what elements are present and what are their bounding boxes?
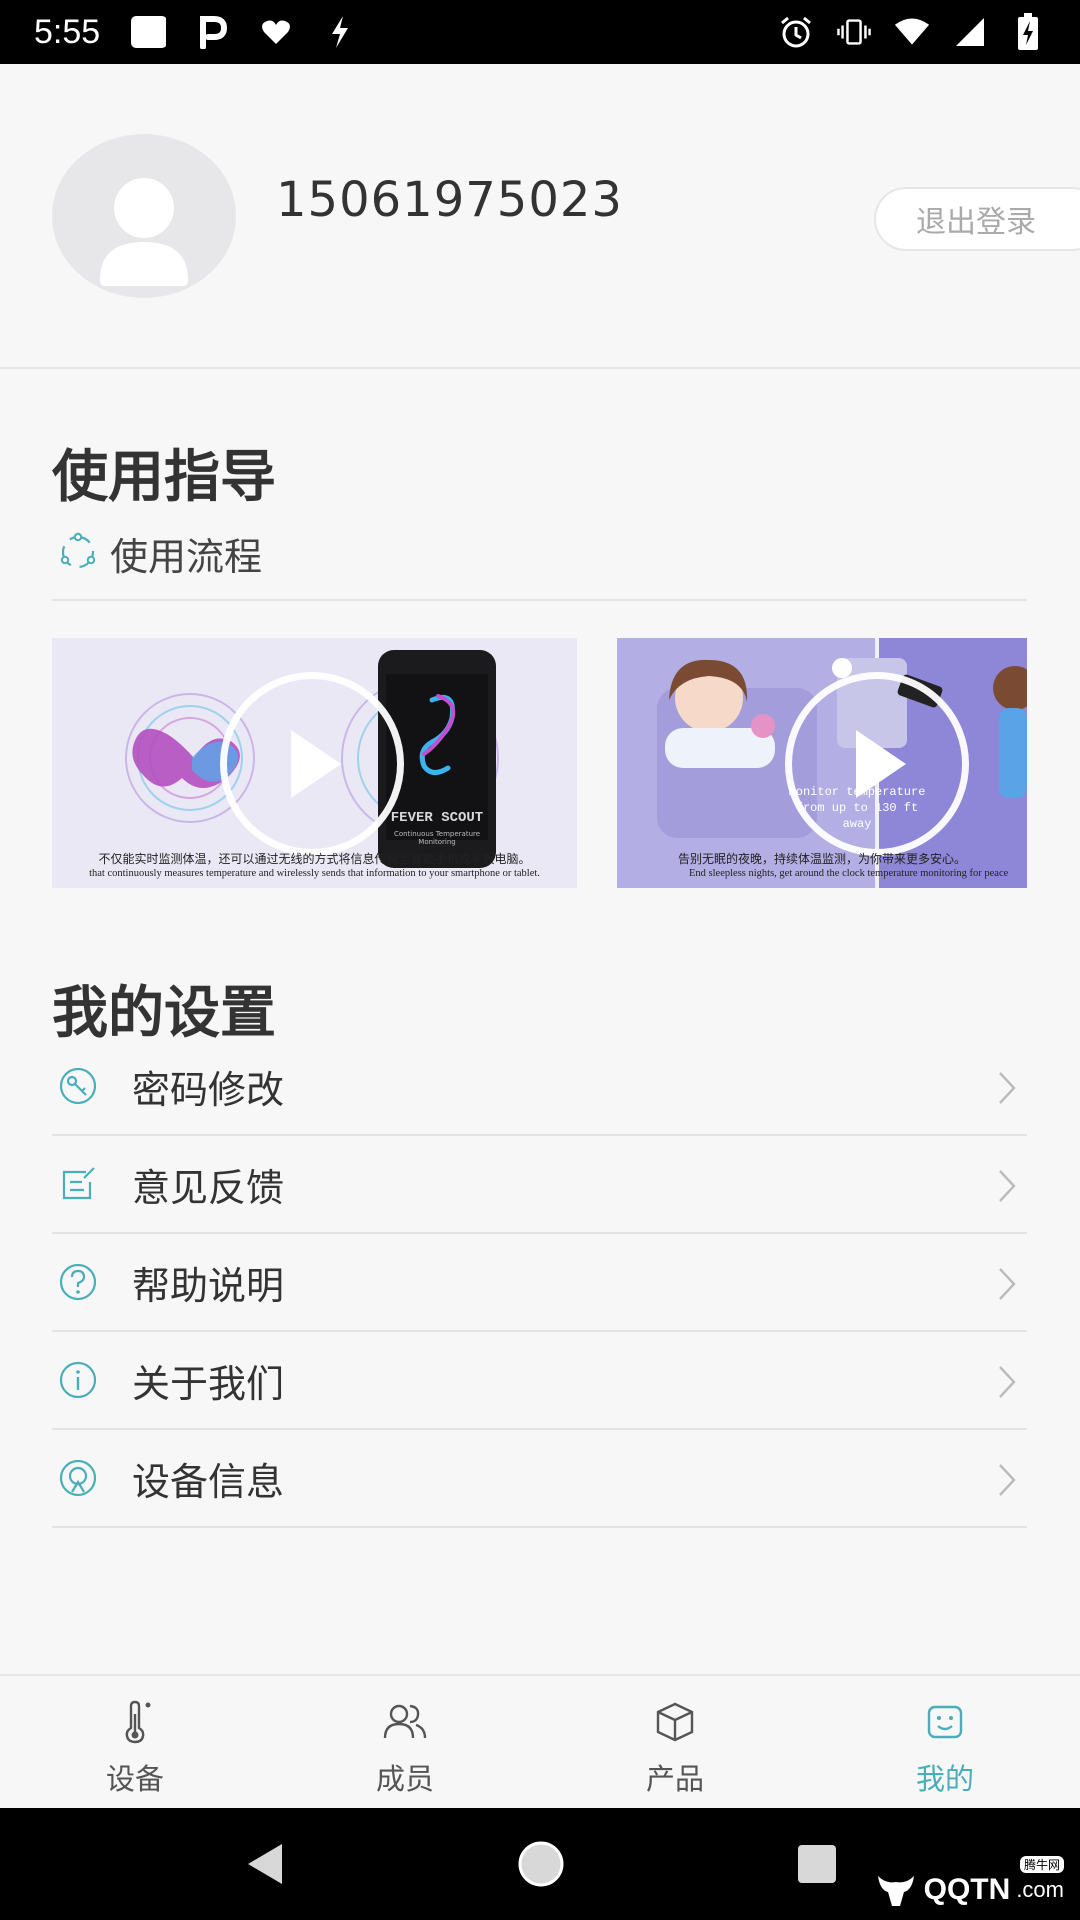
chevron-right-icon — [999, 1268, 1016, 1300]
tab-label: 设备 — [105, 1762, 164, 1796]
vibrate-icon — [836, 14, 872, 50]
settings-item-label: 帮助说明 — [132, 1263, 285, 1308]
tab-products[interactable]: 产品 — [540, 1676, 810, 1808]
recents-icon[interactable] — [796, 1843, 838, 1885]
settings-heading: 我的设置 — [52, 981, 276, 1046]
settings-list: 密码修改 意见反馈 帮助说明 关于我们 设备信息 — [52, 1038, 1027, 1528]
status-time: 5:55 — [34, 12, 101, 51]
user-silhouette-icon — [100, 178, 188, 286]
system-nav-bar: QQTN .com 腾牛网 — [0, 1808, 1080, 1920]
tab-label: 成员 — [375, 1762, 434, 1796]
thermometer-icon — [111, 1698, 159, 1746]
signal-icon — [952, 14, 988, 50]
settings-item-label: 密码修改 — [132, 1067, 285, 1112]
usage-flow-label: 使用流程 — [110, 535, 263, 579]
tab-members[interactable]: 成员 — [270, 1676, 540, 1808]
tab-mine[interactable]: 我的 — [810, 1676, 1080, 1808]
status-bar: 5:55 — [0, 0, 1080, 64]
product-brand: FEVER SCOUT — [390, 810, 484, 826]
bolt-icon — [322, 14, 358, 50]
settings-item-label: 意见反馈 — [132, 1165, 285, 1210]
feedback-edit-icon — [56, 1162, 100, 1206]
tab-devices[interactable]: 设备 — [0, 1676, 270, 1808]
divider — [52, 599, 1027, 601]
product-subtitle: Continuous Temperature Monitoring — [393, 830, 481, 846]
back-icon[interactable] — [242, 1840, 286, 1888]
key-icon — [56, 1064, 100, 1108]
video-2-caption-en: End sleepless nights, get around the clo… — [689, 868, 1009, 879]
settings-item-help[interactable]: 帮助说明 — [52, 1234, 1027, 1332]
heart-icon — [258, 14, 294, 50]
watermark-badge: 腾牛网 — [1019, 1856, 1064, 1873]
chevron-right-icon — [999, 1170, 1016, 1202]
device-info-icon — [56, 1456, 100, 1500]
wifi-icon — [894, 14, 930, 50]
play-button-2[interactable] — [785, 672, 969, 856]
watermark-logo: QQTN .com 腾牛网 — [874, 1856, 1064, 1910]
members-icon — [381, 1698, 429, 1746]
chevron-right-icon — [999, 1072, 1016, 1104]
video-thumbnail-1[interactable]: FEVER SCOUT Continuous Temperature Monit… — [52, 638, 577, 888]
tab-label: 产品 — [645, 1762, 704, 1796]
home-icon[interactable] — [516, 1839, 566, 1889]
bottom-tab-bar: 设备 成员 产品 我的 — [0, 1674, 1080, 1808]
cycle-flow-icon — [58, 532, 98, 576]
chevron-right-icon — [999, 1464, 1016, 1496]
play-icon — [291, 730, 341, 798]
guide-heading: 使用指导 — [52, 445, 276, 510]
divider — [0, 367, 1080, 369]
watermark-brand: QQTN — [923, 1873, 1011, 1906]
chevron-right-icon — [999, 1366, 1016, 1398]
play-button-1[interactable] — [220, 672, 404, 856]
help-question-icon — [56, 1260, 100, 1304]
avatar[interactable] — [52, 134, 236, 298]
info-icon — [56, 1358, 100, 1402]
settings-item-label: 关于我们 — [132, 1361, 285, 1406]
video-1-caption-en: that continuously measures temperature a… — [89, 868, 540, 879]
alarm-icon — [778, 14, 814, 50]
bull-logo-icon — [877, 1876, 914, 1906]
phone-number: 15061975023 — [276, 172, 623, 228]
logout-button[interactable]: 退出登录 — [874, 187, 1080, 251]
settings-item-device-info[interactable]: 设备信息 — [52, 1430, 1027, 1528]
settings-item-feedback[interactable]: 意见反馈 — [52, 1136, 1027, 1234]
smiley-face-icon — [921, 1698, 969, 1746]
battery-charging-icon — [1010, 13, 1046, 50]
settings-item-password[interactable]: 密码修改 — [52, 1038, 1027, 1136]
settings-item-label: 设备信息 — [132, 1459, 285, 1504]
play-icon — [856, 730, 906, 798]
product-box-icon — [651, 1698, 699, 1746]
video-1-caption-cn: 不仅能实时监测体温，还可以通过无线的方式将信息传输至智能手机或平板电脑。 — [98, 852, 531, 866]
profile-section: 15061975023 退出登录 — [0, 64, 1080, 368]
notification-square-icon — [130, 14, 167, 50]
settings-item-about[interactable]: 关于我们 — [52, 1332, 1027, 1430]
p-app-icon — [194, 14, 230, 50]
video-thumbnail-2[interactable]: Monitor temperature from up to 130 ft aw… — [617, 638, 1027, 888]
watermark-suffix: .com — [1016, 1877, 1064, 1902]
video-2-caption-cn: 告别无眠的夜晚，持续体温监测，为你带来更多安心。 — [677, 852, 966, 866]
tab-label: 我的 — [915, 1762, 974, 1796]
usage-flow-link[interactable]: 使用流程 — [58, 526, 262, 581]
